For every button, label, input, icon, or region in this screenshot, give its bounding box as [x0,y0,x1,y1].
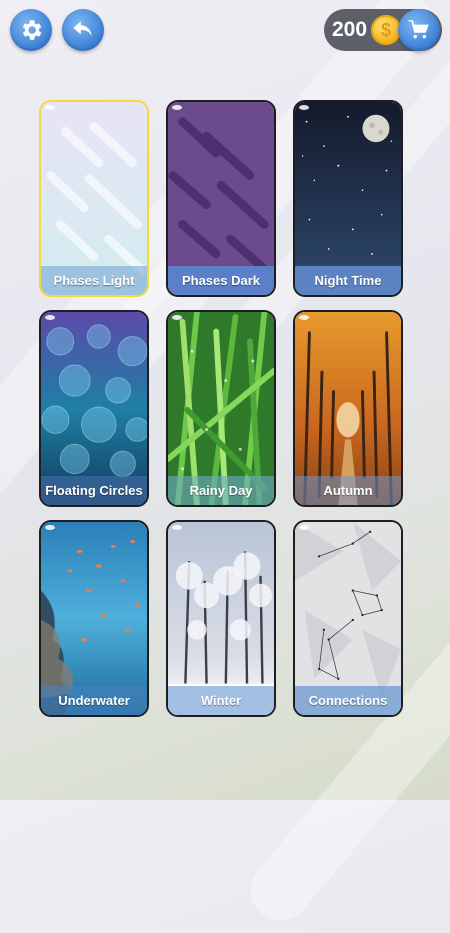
theme-label: Phases Light [41,266,147,295]
theme-label: Night Time [295,266,401,295]
card-gloss [172,525,182,530]
coin-count: 200 [332,18,368,41]
card-gloss [299,525,309,530]
card-gloss [172,315,182,320]
theme-card-autumn[interactable]: Autumn [293,310,403,507]
theme-label: Floating Circles [41,476,147,505]
dollar-coin-icon: $ [371,15,401,45]
gear-icon [22,20,42,40]
theme-label: Connections [295,686,401,715]
theme-label: Winter [168,686,274,715]
card-gloss [172,105,182,110]
theme-card-night-time[interactable]: Night Time [293,100,403,297]
theme-card-floating-circles[interactable]: Floating Circles [39,310,149,507]
shopping-cart-icon [408,20,429,39]
theme-card-phases-light[interactable]: Phases Light [39,100,149,297]
theme-card-winter[interactable]: Winter [166,520,276,717]
card-gloss [299,105,309,110]
theme-card-phases-dark[interactable]: Phases Dark [166,100,276,297]
theme-card-rainy-day[interactable]: Rainy Day [166,310,276,507]
settings-button[interactable] [10,9,52,51]
theme-label: Rainy Day [168,476,274,505]
theme-card-underwater[interactable]: Underwater [39,520,149,717]
back-button[interactable] [62,9,104,51]
card-gloss [299,315,309,320]
theme-label: Autumn [295,476,401,505]
undo-arrow-icon [73,21,92,37]
theme-label: Underwater [41,686,147,715]
card-gloss [45,525,55,530]
card-gloss [45,105,55,110]
theme-card-connections[interactable]: Connections [293,520,403,717]
card-gloss [45,315,55,320]
shop-button[interactable] [398,9,440,51]
theme-label: Phases Dark [168,266,274,295]
coin-symbol: $ [380,20,391,40]
